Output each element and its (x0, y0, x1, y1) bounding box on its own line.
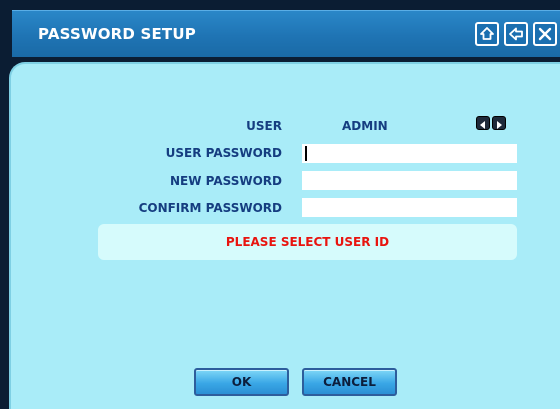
new-password-field[interactable] (302, 171, 517, 190)
back-button[interactable] (504, 22, 528, 46)
confirm-password-label: CONFIRM PASSWORD (138, 201, 282, 215)
cancel-button[interactable]: CANCEL (302, 368, 397, 396)
user-label: USER (246, 119, 282, 133)
text-cursor (305, 146, 307, 161)
user-password-field[interactable] (302, 144, 517, 163)
home-icon (479, 26, 495, 42)
user-value: ADMIN (342, 119, 388, 133)
previous-user-button[interactable] (476, 116, 490, 130)
close-button[interactable] (533, 22, 557, 46)
right-triangle-icon (495, 114, 503, 133)
password-setup-window: PASSWORD SETUP USER ADMIN USER PASSWORD … (0, 0, 560, 409)
window-title: PASSWORD SETUP (38, 25, 196, 43)
new-password-label: NEW PASSWORD (169, 174, 282, 188)
ok-button[interactable]: OK (194, 368, 289, 396)
message-box: PLEASE SELECT USER ID (98, 224, 517, 260)
next-user-button[interactable] (492, 116, 506, 130)
left-triangle-icon (479, 114, 487, 133)
home-button[interactable] (475, 22, 499, 46)
confirm-password-field[interactable] (302, 198, 517, 217)
close-icon (537, 26, 553, 42)
back-arrow-icon (508, 26, 524, 42)
status-message: PLEASE SELECT USER ID (225, 235, 390, 249)
user-password-label: USER PASSWORD (165, 146, 282, 160)
title-bar: PASSWORD SETUP (12, 10, 560, 57)
